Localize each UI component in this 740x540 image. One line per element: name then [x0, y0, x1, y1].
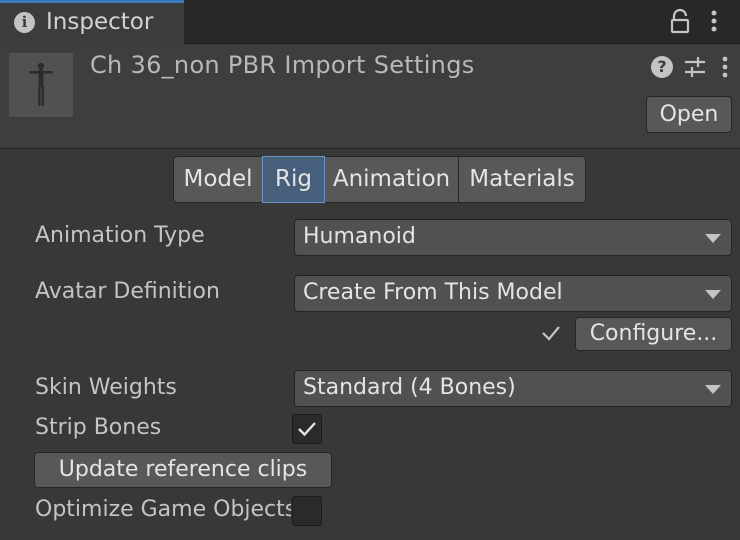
dropdown-arrow-icon — [705, 234, 721, 243]
dropdown-arrow-icon — [705, 290, 721, 299]
inspector-tab-title: Inspector — [46, 9, 154, 35]
asset-title: Ch 36_non PBR Import Settings — [90, 51, 475, 79]
optimize-game-objects-checkbox[interactable] — [292, 496, 322, 526]
import-settings-header: Ch 36_non PBR Import Settings ? Open — [0, 45, 740, 149]
animation-type-dropdown[interactable]: Humanoid — [294, 219, 732, 256]
optimize-game-objects-label: Optimize Game Objects — [35, 497, 291, 522]
checkmark-icon — [298, 422, 316, 437]
model-thumbnail — [9, 53, 73, 117]
skin-weights-label: Skin Weights — [35, 375, 177, 400]
animation-type-value: Humanoid — [303, 224, 416, 249]
lock-icon[interactable] — [668, 8, 692, 34]
configure-button[interactable]: Configure... — [575, 317, 732, 351]
skin-weights-value: Standard (4 Bones) — [303, 375, 516, 400]
strip-bones-label: Strip Bones — [35, 415, 162, 440]
tab-model[interactable]: Model — [173, 156, 263, 203]
kebab-menu-icon[interactable] — [706, 8, 722, 34]
open-button[interactable]: Open — [646, 96, 732, 133]
update-reference-clips-button[interactable]: Update reference clips — [34, 452, 332, 488]
avatar-definition-value: Create From This Model — [303, 280, 563, 305]
more-options-icon[interactable] — [718, 55, 732, 79]
window-tab-bar: i Inspector — [0, 0, 740, 44]
inspector-tab[interactable]: i Inspector — [0, 0, 184, 44]
tab-materials[interactable]: Materials — [458, 156, 586, 203]
humanoid-model-icon — [29, 62, 53, 106]
help-icon[interactable]: ? — [651, 56, 673, 78]
animation-type-label: Animation Type — [35, 223, 205, 248]
import-settings-tabs: Model Rig Animation Materials — [173, 156, 586, 203]
avatar-valid-check-icon — [542, 326, 560, 341]
tab-rig[interactable]: Rig — [262, 156, 325, 203]
strip-bones-checkbox[interactable] — [292, 414, 322, 444]
skin-weights-dropdown[interactable]: Standard (4 Bones) — [294, 370, 732, 407]
preset-sliders-icon[interactable] — [683, 55, 707, 79]
tab-animation[interactable]: Animation — [324, 156, 459, 203]
avatar-definition-label: Avatar Definition — [35, 279, 220, 304]
info-icon: i — [14, 12, 35, 33]
dropdown-arrow-icon — [705, 385, 721, 394]
avatar-definition-dropdown[interactable]: Create From This Model — [294, 275, 732, 312]
